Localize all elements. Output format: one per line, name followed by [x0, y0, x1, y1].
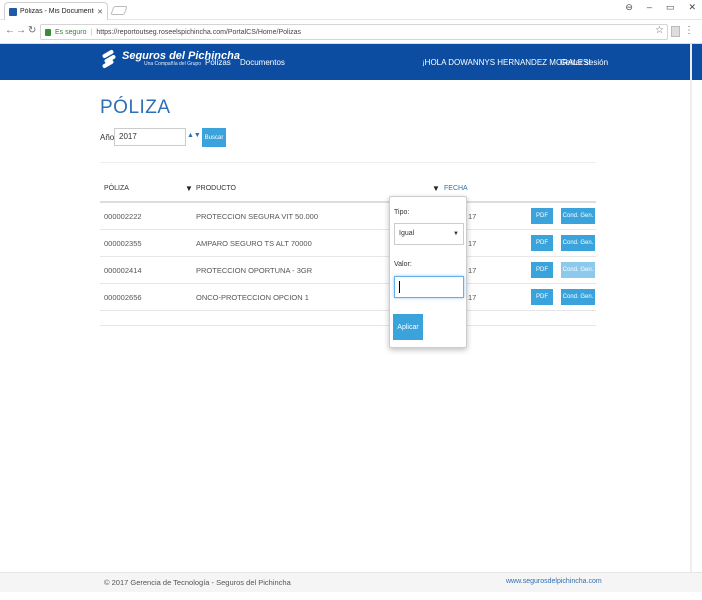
chevron-down-icon: ▼: [453, 231, 459, 237]
url-bar[interactable]: Es seguro | https://reportoutseg.roseels…: [40, 24, 668, 40]
filter-icon[interactable]: ▼: [185, 184, 193, 193]
page-footer: © 2017 Gerencia de Tecnología - Seguros …: [0, 572, 702, 592]
table-row: 000002222 PROTECCION SEGURA VIT 50.000 1…: [100, 203, 596, 230]
header-poliza[interactable]: PÓLIZA: [104, 185, 129, 192]
filter-type-label: Tipo:: [394, 209, 410, 216]
text-caret: [399, 281, 400, 293]
back-icon[interactable]: ←: [5, 25, 15, 36]
filter-value-input[interactable]: [394, 276, 464, 298]
logout-link[interactable]: Cerrar sesión: [560, 58, 608, 67]
url-separator: |: [90, 28, 93, 36]
table-row: 000002656 ONCO-PROTECCION OPCION 1 17 PD…: [100, 284, 596, 311]
cell-fecha: 17: [468, 212, 477, 221]
cell-poliza: 000002355: [104, 239, 142, 248]
year-label: Año: [100, 133, 115, 142]
forward-icon[interactable]: →: [16, 25, 26, 36]
secure-label: Es seguro: [55, 28, 87, 36]
cell-fecha: 17: [468, 293, 477, 302]
year-input[interactable]: 2017: [114, 128, 186, 146]
pdf-button[interactable]: PDF: [531, 208, 553, 224]
new-tab-button[interactable]: [110, 6, 128, 15]
footer-copyright: © 2017 Gerencia de Tecnología - Seguros …: [104, 578, 291, 587]
browser-tab[interactable]: Pólizas - Mis Documentos ✕: [4, 2, 108, 20]
apply-filter-button[interactable]: Aplicar: [393, 314, 423, 340]
app-navbar: Seguros del Pichincha Una Compañía del G…: [0, 44, 702, 80]
cell-producto: PROTECCION SEGURA VIT 50.000: [196, 212, 318, 221]
cell-poliza: 000002656: [104, 293, 142, 302]
filter-value-label: Valor:: [394, 261, 412, 268]
close-window-icon[interactable]: ✕: [688, 2, 696, 13]
table-row: 000002355 AMPARO SEGURO TS ALT 70000 17 …: [100, 230, 596, 257]
nav-polizas[interactable]: Pólizas: [205, 58, 231, 67]
filter-type-value: Igual: [399, 230, 415, 237]
header-producto[interactable]: PRODUCTO: [196, 185, 236, 192]
browser-menu-icon[interactable]: ⋮: [684, 25, 694, 36]
cell-producto: PROTECCION OPORTUNA - 3GR: [196, 266, 313, 275]
cell-poliza: 000002222: [104, 212, 142, 221]
maximize-icon[interactable]: ▭: [666, 2, 675, 13]
cond-gen-button[interactable]: Cond. Gen.: [561, 208, 595, 224]
bottom-strip: [0, 592, 702, 600]
page-scrollbar[interactable]: [690, 44, 692, 592]
pdf-button[interactable]: PDF: [531, 289, 553, 305]
divider: [100, 325, 596, 326]
cond-gen-button[interactable]: Cond. Gen.: [561, 262, 595, 278]
table-row: 000002414 PROTECCION OPORTUNA - 3GR 17 P…: [100, 257, 596, 284]
pichincha-logo-icon: [100, 49, 118, 69]
window-controls: ⊖ – ▭ ✕: [625, 2, 696, 13]
cond-gen-button[interactable]: Cond. Gen.: [561, 289, 595, 305]
filter-type-select[interactable]: Igual ▼: [394, 223, 464, 245]
filter-icon[interactable]: ▼: [432, 184, 440, 193]
favicon-icon: [9, 7, 17, 16]
pdf-button[interactable]: PDF: [531, 262, 553, 278]
address-bar-row: ← → ↻ Es seguro | https://reportoutseg.r…: [0, 20, 702, 44]
minimize-icon[interactable]: –: [647, 2, 652, 13]
footer-website-link[interactable]: www.segurosdelpichincha.com: [506, 578, 602, 585]
lock-icon: [45, 28, 51, 36]
url-text: https://reportoutseg.roseelspichincha.co…: [96, 28, 302, 36]
page-title: PÓLIZA: [100, 97, 171, 118]
header-fecha[interactable]: FECHA: [444, 185, 468, 192]
bookmark-star-icon[interactable]: ☆: [655, 25, 664, 36]
year-spinner-icon[interactable]: ▲▼: [187, 132, 201, 139]
policies-table: PÓLIZA ▼ PRODUCTO ▼ FECHA 000002222 PROT…: [100, 175, 596, 311]
divider: [100, 162, 596, 163]
nav-documentos[interactable]: Documentos: [240, 58, 285, 67]
filter-popup: Tipo: Igual ▼ Valor: Aplicar: [389, 196, 467, 348]
search-button[interactable]: Buscar: [202, 128, 226, 147]
close-tab-icon[interactable]: ✕: [97, 8, 103, 16]
extension-icon[interactable]: [671, 26, 680, 37]
account-icon[interactable]: ⊖: [625, 2, 633, 13]
tab-title: Pólizas - Mis Documentos: [20, 8, 95, 15]
cell-producto: AMPARO SEGURO TS ALT 70000: [196, 239, 312, 248]
browser-tab-bar: Pólizas - Mis Documentos ✕ ⊖ – ▭ ✕: [0, 0, 702, 20]
reload-icon[interactable]: ↻: [28, 25, 36, 36]
cell-poliza: 000002414: [104, 266, 142, 275]
cond-gen-button[interactable]: Cond. Gen.: [561, 235, 595, 251]
cell-producto: ONCO-PROTECCION OPCION 1: [196, 293, 309, 302]
pdf-button[interactable]: PDF: [531, 235, 553, 251]
cell-fecha: 17: [468, 266, 477, 275]
table-header: PÓLIZA ▼ PRODUCTO ▼ FECHA: [100, 175, 596, 203]
cell-fecha: 17: [468, 239, 477, 248]
